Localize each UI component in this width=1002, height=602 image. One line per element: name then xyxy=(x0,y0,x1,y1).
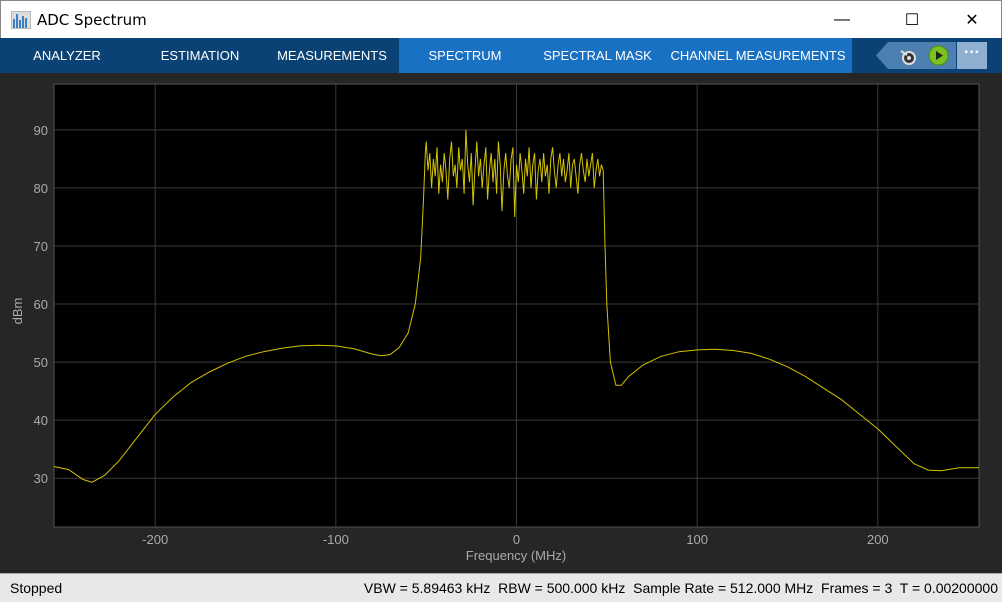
run-status: Stopped xyxy=(10,580,63,596)
window-title: ADC Spectrum xyxy=(37,11,147,29)
tab-estimation[interactable]: ESTIMATION xyxy=(145,38,255,73)
y-axis-label: dBm xyxy=(10,298,25,325)
y-tick-label: 70 xyxy=(34,239,48,254)
y-tick-label: 30 xyxy=(34,471,48,486)
toolstrip: ANALYZER ESTIMATION MEASUREMENTS SPECTRU… xyxy=(0,38,1002,73)
y-tick-label: 40 xyxy=(34,413,48,428)
y-tick-label: 60 xyxy=(34,297,48,312)
measurement-info: VBW = 5.89463 kHz RBW = 500.000 kHz Samp… xyxy=(363,580,998,596)
x-axis-label: Frequency (MHz) xyxy=(466,548,566,563)
plot-panel: -200 -100 0 100 200 30 40 50 60 70 80 90 Frequency … xyxy=(0,73,1002,573)
tab-analyzer[interactable]: ANALYZER xyxy=(12,38,122,73)
status-bar: Stopped VBW = 5.89463 kHz RBW = 500.000 … xyxy=(0,573,1002,602)
x-tick-label: 0 xyxy=(513,532,520,547)
x-tick-label: 200 xyxy=(867,532,889,547)
y-tick-label: 90 xyxy=(34,123,48,138)
run-icon[interactable] xyxy=(928,45,949,66)
x-tick-label: -100 xyxy=(323,532,349,547)
x-tick-label: 100 xyxy=(686,532,708,547)
x-tick-label: -200 xyxy=(142,532,168,547)
minimize-button[interactable]: — xyxy=(819,1,865,39)
tab-spectrum[interactable]: SPECTRUM xyxy=(410,38,520,73)
close-button[interactable]: ✕ xyxy=(949,1,995,39)
y-tick-label: 50 xyxy=(34,355,48,370)
title-bar: ADC Spectrum — ☐ ✕ xyxy=(0,0,1002,38)
spectrum-app-icon xyxy=(11,11,31,29)
more-options-button[interactable]: ··· xyxy=(957,42,987,69)
maximize-button[interactable]: ☐ xyxy=(889,1,935,39)
quick-tools xyxy=(876,42,956,69)
tab-measurements[interactable]: MEASUREMENTS xyxy=(272,38,392,73)
y-tick-label: 80 xyxy=(34,181,48,196)
tab-channel-measurements[interactable]: CHANNEL MEASUREMENTS xyxy=(668,38,848,73)
settings-icon[interactable] xyxy=(898,46,918,66)
spectrum-plot[interactable]: -200 -100 0 100 200 30 40 50 60 70 80 90 Frequency … xyxy=(0,73,1002,573)
tab-spectral-mask[interactable]: SPECTRAL MASK xyxy=(535,38,660,73)
